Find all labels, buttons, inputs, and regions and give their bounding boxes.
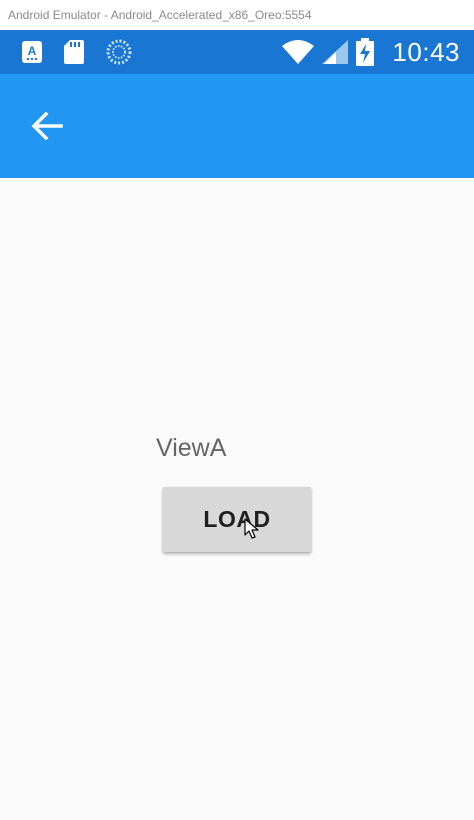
cellular-signal-icon bbox=[322, 40, 349, 64]
loading-spinner-icon bbox=[106, 39, 132, 65]
view-label: ViewA bbox=[156, 434, 227, 462]
text-app-notification-icon: A bbox=[22, 41, 42, 63]
svg-text:A: A bbox=[28, 44, 37, 58]
status-clock: 10:43 bbox=[392, 36, 460, 67]
back-button[interactable] bbox=[22, 101, 72, 151]
emulator-window-title: Android Emulator - Android_Accelerated_x… bbox=[0, 0, 474, 30]
arrow-back-icon bbox=[31, 112, 63, 140]
wifi-icon bbox=[282, 40, 315, 64]
app-toolbar bbox=[0, 74, 474, 178]
battery-charging-icon bbox=[356, 38, 375, 66]
page-content: ViewA LOAD bbox=[0, 178, 474, 820]
sd-card-icon bbox=[64, 40, 84, 64]
load-button[interactable]: LOAD bbox=[163, 487, 311, 552]
android-status-bar: A 10:43 bbox=[0, 30, 474, 74]
